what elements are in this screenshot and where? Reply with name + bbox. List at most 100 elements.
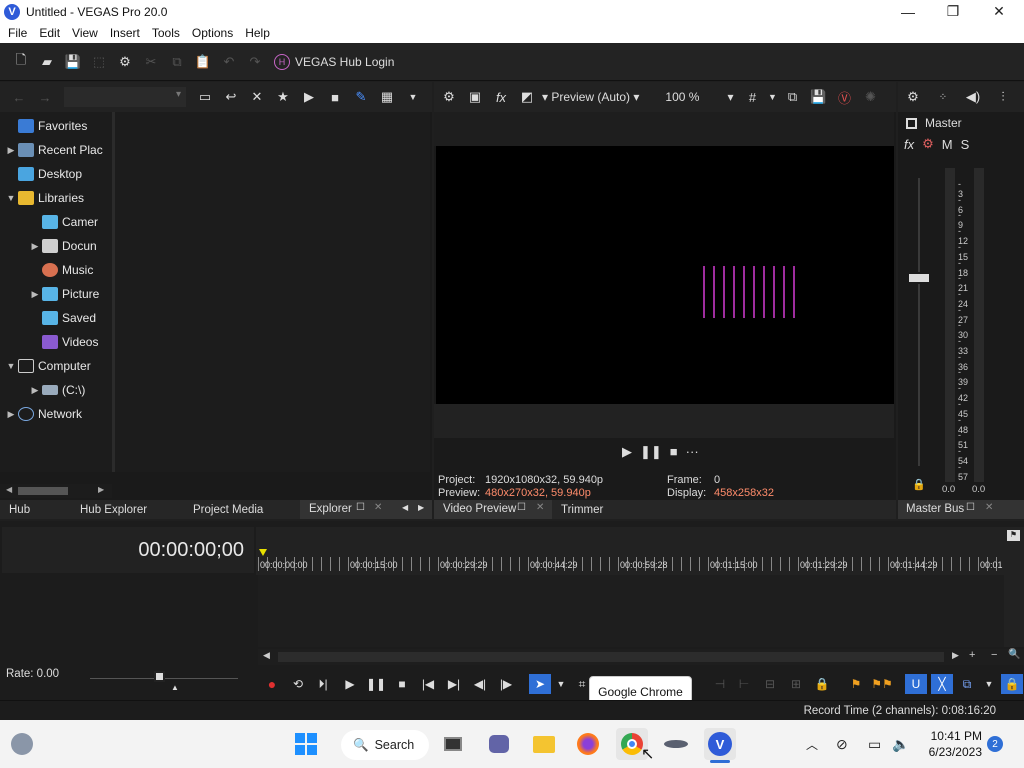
file-explorer-icon[interactable] <box>528 728 560 760</box>
menu-view[interactable]: View <box>66 26 104 40</box>
tree-item-computer[interactable]: ▼ Computer <box>4 355 91 377</box>
volume-icon[interactable]: 🔈 <box>892 736 909 753</box>
tree-item-saved-pictures[interactable]: Saved <box>42 307 96 329</box>
track-area[interactable] <box>258 575 1004 647</box>
play-icon[interactable]: ▶ <box>296 84 322 110</box>
cursor-marker-icon[interactable] <box>259 549 267 556</box>
redo-icon[interactable]: ↷ <box>242 49 268 75</box>
rate-slider-handle[interactable] <box>154 671 165 682</box>
grid-overlay-icon[interactable]: # <box>739 84 765 110</box>
firefox-icon[interactable] <box>572 728 604 760</box>
back-arrow-icon[interactable]: ← <box>6 84 32 110</box>
views-icon[interactable]: ▦ <box>374 84 400 110</box>
timeline-scroll-thumb[interactable] <box>278 652 944 662</box>
show-hidden-icons-icon[interactable]: ︿ <box>806 736 818 753</box>
loop-icon[interactable]: ⟲ <box>288 674 308 694</box>
tree-item-camera-roll[interactable]: Camer <box>42 211 98 233</box>
fx-icon[interactable]: fx <box>488 84 514 110</box>
ripple-icon[interactable]: ⊞ <box>786 674 806 694</box>
settings-gear-icon[interactable]: ⚙ <box>112 49 138 75</box>
tab-explorer-active[interactable]: Explorer ☐ ✕ ◀ ▶ <box>300 500 432 519</box>
external-monitor-icon[interactable]: ▣ <box>462 84 488 110</box>
menu-edit[interactable]: Edit <box>33 26 66 40</box>
timeline-vertical-scrollbar[interactable]: ⚑ <box>1004 527 1024 647</box>
tab-hub[interactable]: Hub <box>9 504 30 516</box>
delete-icon[interactable]: ✕ <box>244 84 270 110</box>
play-icon[interactable]: ▶ <box>340 674 360 694</box>
folder-icon[interactable]: ▭ <box>192 84 218 110</box>
tab-explorer-close-icon[interactable]: ✕ <box>374 502 382 513</box>
hub-login-button[interactable]: VEGAS Hub Login <box>295 55 394 69</box>
copy-icon[interactable]: ⧉ <box>164 49 190 75</box>
tree-item-libraries[interactable]: ▼ Libraries <box>4 187 84 209</box>
master-fader-track[interactable] <box>918 178 920 466</box>
render-icon[interactable]: ⬚ <box>86 49 112 75</box>
normal-edit-tool-icon[interactable]: ➤ <box>529 674 551 694</box>
teams-chat-icon[interactable] <box>483 728 515 760</box>
master-mute-button[interactable]: M <box>942 137 953 152</box>
ripple-dropdown-icon[interactable]: ▼ <box>979 674 999 694</box>
copy-snapshot-icon[interactable]: ⧉ <box>779 84 805 110</box>
master-automation-gear-icon[interactable]: ⚙ <box>922 136 934 152</box>
fish-app-icon[interactable] <box>660 728 692 760</box>
tab-next-icon[interactable]: ▶ <box>418 503 424 512</box>
tab-master-bus-close-icon[interactable]: ✕ <box>985 502 993 513</box>
stop-icon[interactable]: ■ <box>392 674 412 694</box>
dim-output-icon[interactable]: ◀) <box>960 84 986 110</box>
region-icon[interactable]: ⚑⚑ <box>871 674 893 694</box>
minimize-button[interactable]: — <box>885 0 931 23</box>
tab-hub-explorer[interactable]: Hub Explorer <box>80 504 147 516</box>
fader-lock-icon[interactable]: 🔒 <box>912 478 926 491</box>
taskbar-search[interactable]: 🔍 Search <box>341 730 429 760</box>
master-fx-icon[interactable]: fx <box>904 137 914 152</box>
play-from-start-icon[interactable]: ⏵| <box>313 674 333 694</box>
save-snapshot-icon[interactable]: 💾 <box>805 84 831 110</box>
tab-video-preview-close-icon[interactable]: ✕ <box>536 502 544 513</box>
stop-icon[interactable]: ■ <box>322 84 348 110</box>
zoom-in-icon[interactable]: + <box>969 649 975 661</box>
expand-arrow-icon[interactable]: ▶ <box>28 289 42 300</box>
menu-file[interactable]: File <box>2 26 33 40</box>
favorite-star-icon[interactable]: ★ <box>270 84 296 110</box>
edit-tool-dropdown-icon[interactable]: ▼ <box>551 674 571 694</box>
tree-item-recent-places[interactable]: ▶ Recent Plac <box>4 139 103 161</box>
task-view-icon[interactable] <box>437 728 469 760</box>
marker-flag-icon[interactable]: ⚑ <box>1007 530 1020 541</box>
preview-quality-dropdown[interactable]: ▾ Preview (Auto) ▾ <box>542 90 639 104</box>
open-folder-icon[interactable]: ▰ <box>34 49 60 75</box>
menu-options[interactable]: Options <box>186 26 239 40</box>
trim-start-icon[interactable]: ⊣ <box>710 674 730 694</box>
tree-item-desktop[interactable]: Desktop <box>18 163 82 185</box>
timeline-ruler[interactable]: 00:00:00:00 00:00:15:00 00:00:29:29 00:0… <box>256 527 1004 575</box>
vegas-v-icon[interactable]: Ⓥ <box>831 84 857 110</box>
tree-item-c-drive[interactable]: ▶ (C:\) <box>28 379 86 401</box>
menu-help[interactable]: Help <box>239 26 276 40</box>
expand-arrow-icon[interactable]: ▶ <box>28 385 42 396</box>
tab-project-media[interactable]: Project Media <box>193 504 263 516</box>
tab-video-preview-window-icon[interactable]: ☐ <box>517 502 526 513</box>
scopes-icon[interactable]: ✺ <box>857 84 883 110</box>
grid-dropdown-icon[interactable]: ▼ <box>765 84 779 110</box>
lock-icon[interactable]: 🔒 <box>812 674 832 694</box>
go-to-end-icon[interactable]: ▶| <box>444 674 464 694</box>
cut-icon[interactable]: ✂ <box>138 49 164 75</box>
close-button[interactable]: ✕ <box>976 0 1022 23</box>
go-to-start-icon[interactable]: |◀ <box>418 674 438 694</box>
auto-crossfade-icon[interactable]: ╳ <box>931 674 953 694</box>
next-frame-icon[interactable]: |▶ <box>496 674 516 694</box>
lock-envelopes-icon[interactable]: 🔒 <box>1001 674 1023 694</box>
auto-preview-icon[interactable]: ✎ <box>348 84 374 110</box>
tree-horizontal-scrollbar[interactable]: ◀ ▶ <box>0 484 112 498</box>
zoom-tool-icon[interactable]: 🔍 <box>1008 649 1020 660</box>
tree-item-favorites[interactable]: Favorites <box>18 115 87 137</box>
menu-tools[interactable]: Tools <box>146 26 186 40</box>
timecode-display[interactable]: 00:00:00;00 <box>138 539 244 562</box>
taskbar-clock[interactable]: 10:41 PM 6/23/2023 <box>922 728 982 760</box>
menu-insert[interactable]: Insert <box>104 26 146 40</box>
save-icon[interactable]: 💾 <box>60 49 86 75</box>
refresh-icon[interactable]: ↩ <box>218 84 244 110</box>
split-screen-icon[interactable]: ◩ <box>514 84 540 110</box>
file-list-area[interactable] <box>115 112 430 472</box>
collapse-arrow-icon[interactable]: ▼ <box>4 361 18 371</box>
tree-item-network[interactable]: ▶ Network <box>4 403 82 425</box>
